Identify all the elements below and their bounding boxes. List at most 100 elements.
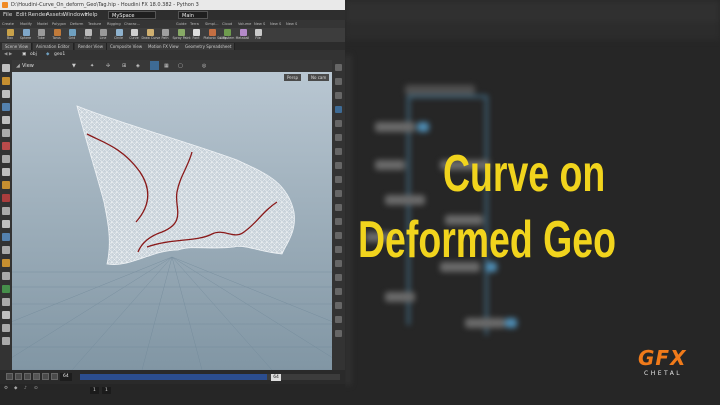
toolbox-tool-icon[interactable] bbox=[2, 103, 10, 111]
shelf-tab[interactable]: Terra bbox=[190, 20, 199, 28]
shelf-tool-path[interactable]: Path bbox=[159, 29, 171, 42]
play-button[interactable] bbox=[42, 373, 49, 380]
desktop-selector[interactable]: MySpace bbox=[108, 11, 156, 19]
display-option-icon[interactable] bbox=[335, 218, 342, 225]
menu-edit[interactable]: Edit bbox=[16, 10, 27, 20]
tab-scene-view[interactable]: Scene View bbox=[2, 43, 32, 50]
shelf-tab[interactable]: Simpl... bbox=[205, 20, 219, 28]
menu-help[interactable]: Help bbox=[85, 10, 98, 20]
step-back-button[interactable] bbox=[15, 373, 22, 380]
shelf-tool-draw-curve[interactable]: Draw Curve bbox=[142, 29, 160, 42]
display-option-icon[interactable] bbox=[335, 274, 342, 281]
display-option-icon[interactable] bbox=[335, 190, 342, 197]
tab-animation-editor[interactable]: Animation Editor bbox=[33, 43, 74, 50]
settings-icon[interactable]: ⚙ bbox=[4, 386, 8, 391]
shelf-tab[interactable]: Modify bbox=[20, 20, 32, 28]
toolbox-tool-icon[interactable] bbox=[2, 233, 10, 241]
shelf-tab[interactable]: Cloud bbox=[222, 20, 232, 28]
toolbox-tool-icon[interactable] bbox=[2, 298, 10, 306]
toolbox-tool-icon[interactable] bbox=[2, 337, 10, 345]
shelf-tool-tube[interactable]: Tube bbox=[35, 29, 47, 42]
shelf-tab[interactable]: Rigging bbox=[107, 20, 121, 28]
toolbox-tool-icon[interactable] bbox=[2, 324, 10, 332]
play-reverse-button[interactable] bbox=[24, 373, 31, 380]
shelf-tab[interactable]: Guide bbox=[176, 20, 187, 28]
shelf-tab[interactable]: Deform bbox=[70, 20, 83, 28]
back-arrow-icon[interactable]: ◀ ▶ bbox=[4, 50, 12, 60]
menu-file[interactable]: File bbox=[3, 10, 12, 20]
shelf-tool-circle[interactable]: Circle bbox=[113, 29, 125, 42]
display-option-icon[interactable] bbox=[335, 260, 342, 267]
toolbox-tool-icon[interactable] bbox=[2, 181, 10, 189]
shelf-tool-font[interactable]: Font bbox=[190, 29, 202, 42]
shelf-tab[interactable]: Volume bbox=[238, 20, 251, 28]
display-option-icon[interactable] bbox=[335, 148, 342, 155]
tab-render-view[interactable]: Render View bbox=[75, 43, 108, 50]
path-node[interactable]: geo1 bbox=[54, 50, 65, 60]
menu-assets[interactable]: Assets bbox=[46, 10, 64, 20]
shelf-tool-line[interactable]: Line bbox=[97, 29, 109, 42]
shelf-tool-spray-paint[interactable]: Spray Paint bbox=[173, 29, 191, 42]
jump-start-button[interactable] bbox=[6, 373, 13, 380]
camera-icon[interactable]: ▢ bbox=[178, 60, 183, 72]
display-option-icon[interactable] bbox=[335, 246, 342, 253]
toolbox-tool-icon[interactable] bbox=[2, 142, 10, 150]
shelf-tool-curve[interactable]: Curve bbox=[128, 29, 140, 42]
toolbox-tool-icon[interactable] bbox=[2, 77, 10, 85]
shelf-tab[interactable]: New S bbox=[286, 20, 297, 28]
toolbox-tool-icon[interactable] bbox=[2, 90, 10, 98]
path-obj[interactable]: obj bbox=[30, 50, 37, 60]
camera-label[interactable]: Persp bbox=[284, 74, 301, 81]
display-option-icon[interactable] bbox=[335, 288, 342, 295]
current-frame-marker[interactable]: 64 bbox=[271, 374, 281, 381]
display-option-icon[interactable] bbox=[335, 232, 342, 239]
shelf-tool-grid[interactable]: Grid bbox=[66, 29, 78, 42]
toolbox-tool-icon[interactable] bbox=[2, 207, 10, 215]
shelf-tab[interactable]: New S bbox=[270, 20, 281, 28]
display-option-icon[interactable] bbox=[335, 134, 342, 141]
display-option-icon[interactable] bbox=[335, 316, 342, 323]
handle-icon[interactable]: ◈ bbox=[136, 60, 140, 72]
shelf-tool-file[interactable]: File bbox=[252, 29, 264, 42]
shelf-tool-box[interactable]: Box bbox=[4, 29, 16, 42]
scene-viewport[interactable]: Persp No cam bbox=[12, 72, 332, 370]
tab-motion-fx-view[interactable]: Motion FX View bbox=[145, 43, 183, 50]
frame-field[interactable]: 64 bbox=[60, 373, 72, 381]
shelf-tool-torus[interactable]: Torus bbox=[51, 29, 63, 42]
toolbox-tool-icon[interactable] bbox=[2, 155, 10, 163]
toolbox-tool-icon[interactable] bbox=[2, 116, 10, 124]
jump-end-button[interactable] bbox=[51, 373, 58, 380]
display-option-icon[interactable] bbox=[335, 176, 342, 183]
stop-button[interactable] bbox=[33, 373, 40, 380]
render-icon[interactable]: ✦ bbox=[90, 60, 94, 72]
display-icon[interactable]: ◎ bbox=[202, 60, 206, 72]
display-option-icon[interactable] bbox=[335, 330, 342, 337]
active-tool-icon[interactable] bbox=[150, 61, 159, 70]
toolbox-tool-icon[interactable] bbox=[2, 285, 10, 293]
shelf-tool-null[interactable]: Null bbox=[82, 29, 94, 42]
toolbox-tool-icon[interactable] bbox=[2, 194, 10, 202]
shelf-tab[interactable]: Charac... bbox=[124, 20, 140, 28]
shelf-tool-sphere[interactable]: Sphere bbox=[20, 29, 32, 42]
range-end-field[interactable]: 1 bbox=[102, 387, 111, 394]
viewer-menu-icon[interactable]: ◢ bbox=[16, 60, 20, 72]
transform-icon[interactable]: ✢ bbox=[106, 60, 110, 72]
range-start-field[interactable]: 1 bbox=[90, 387, 99, 394]
menu-windows[interactable]: Windows bbox=[63, 10, 88, 20]
toolbox-tool-icon[interactable] bbox=[2, 129, 10, 137]
toolbox-tool-icon[interactable] bbox=[2, 246, 10, 254]
tab-geometry-spreadsheet[interactable]: Geometry Spreadsheet bbox=[182, 43, 236, 50]
timeline-track[interactable]: 64 bbox=[80, 374, 340, 381]
cam-menu[interactable]: No cam bbox=[308, 74, 330, 81]
toolbox-tool-icon[interactable] bbox=[2, 272, 10, 280]
shelf-tool-platonic-solids[interactable]: Platonic Solids bbox=[204, 29, 227, 42]
shelf-tab[interactable]: Texture bbox=[88, 20, 101, 28]
shelf-tab[interactable]: Model bbox=[37, 20, 48, 28]
display-option-icon[interactable] bbox=[335, 120, 342, 127]
shelf-set-selector[interactable]: Main bbox=[178, 11, 208, 19]
toolbox-tool-icon[interactable] bbox=[2, 64, 10, 72]
display-option-icon[interactable] bbox=[335, 204, 342, 211]
display-option-icon[interactable] bbox=[335, 64, 342, 71]
toolbox-tool-icon[interactable] bbox=[2, 311, 10, 319]
shelf-tool-l-system[interactable]: L-System bbox=[220, 29, 234, 42]
